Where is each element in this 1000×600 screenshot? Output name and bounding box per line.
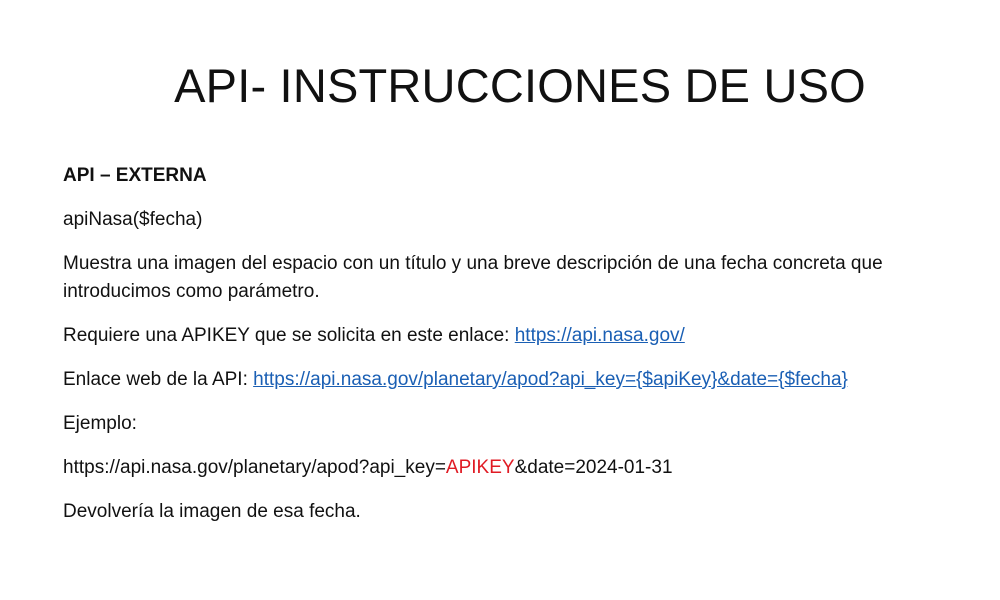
example-apikey: APIKEY (445, 457, 515, 478)
api-web-link[interactable]: https://api.nasa.gov/planetary/apod?api_… (253, 369, 848, 390)
example-url-suffix: &date=2024-01-31 (514, 457, 673, 478)
web-link-text: Enlace web de la API: (63, 369, 254, 390)
slide: API- INSTRUCCIONES DE USO API – EXTERNA … (0, 0, 1000, 600)
function-description: Muestra una imagen del espacio con un tí… (63, 253, 883, 302)
example-label: Ejemplo: (63, 413, 137, 434)
section-heading: API – EXTERNA (63, 165, 207, 186)
example-url: https://api.nasa.gov/planetary/apod?api_… (63, 454, 983, 482)
web-link-paragraph: Enlace web de la API: https://api.nasa.g… (63, 366, 983, 394)
slide-content: API – EXTERNA apiNasa($fecha) Muestra un… (63, 162, 983, 542)
function-name: apiNasa($fecha) (63, 209, 203, 230)
apikey-paragraph: Requiere una APIKEY que se solicita en e… (63, 322, 983, 350)
slide-title: API- INSTRUCCIONES DE USO (174, 59, 866, 112)
apikey-text: Requiere una APIKEY que se solicita en e… (63, 325, 515, 346)
example-url-prefix: https://api.nasa.gov/planetary/apod?api_… (63, 457, 446, 478)
apikey-link[interactable]: https://api.nasa.gov/ (515, 325, 685, 346)
closing-text: Devolvería la imagen de esa fecha. (63, 501, 361, 522)
